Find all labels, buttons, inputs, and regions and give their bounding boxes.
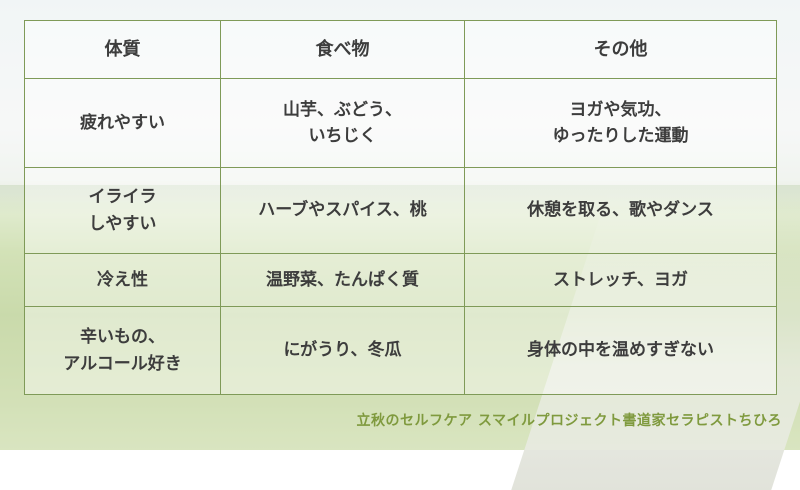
footer-credit: 立秋のセルフケア スマイルプロジェクト書道家セラピストちひろ	[356, 413, 782, 429]
table-header-row: 体質 食べ物 その他	[24, 20, 777, 79]
cell-text: ストレッチ、ヨガ	[553, 269, 688, 290]
cell-text: 辛いもの、	[80, 327, 165, 348]
cell-constitution: 疲れやすい	[24, 78, 221, 168]
cell-text: 温野菜、たんぱく質	[266, 269, 419, 290]
cell-text: 休憩を取る、歌やダンス	[527, 200, 714, 221]
cell-text: しやすい	[88, 213, 157, 234]
cell-text: ハーブやスパイス、桃	[258, 200, 427, 221]
cell-other: ヨガや気功、 ゆったりした運動	[464, 78, 777, 168]
cell-text: 山芋、ぶどう、	[283, 99, 402, 120]
table-row: 疲れやすい 山芋、ぶどう、 いちじく ヨガや気功、 ゆったりした運動	[24, 78, 777, 168]
cell-text: いちじく	[308, 126, 377, 146]
cell-text: ゆったりした運動	[552, 126, 689, 146]
cell-constitution: 辛いもの、 アルコール好き	[24, 306, 221, 395]
header-other: その他	[464, 20, 777, 79]
cell-text: イライラ	[88, 187, 157, 208]
cell-other: 休憩を取る、歌やダンス	[464, 167, 777, 254]
cell-text: アルコール好き	[63, 353, 182, 374]
cell-other: 身体の中を温めすぎない	[464, 306, 777, 395]
cell-food: にがうり、冬瓜	[220, 306, 465, 395]
table-row: 冷え性 温野菜、たんぱく質 ストレッチ、ヨガ	[24, 253, 777, 307]
cell-text: にがうり、冬瓜	[283, 340, 402, 361]
cell-food: 山芋、ぶどう、 いちじく	[220, 78, 465, 168]
header-food: 食べ物	[220, 20, 465, 79]
self-care-table: 体質 食べ物 その他 疲れやすい 山芋、ぶどう、 いちじく ヨガや気功、 ゆった…	[24, 20, 777, 395]
cell-constitution: イライラ しやすい	[24, 167, 221, 254]
cell-text: 身体の中を温めすぎない	[527, 340, 714, 361]
cell-other: ストレッチ、ヨガ	[464, 253, 777, 307]
header-constitution: 体質	[24, 20, 221, 79]
table-row: 辛いもの、 アルコール好き にがうり、冬瓜 身体の中を温めすぎない	[24, 306, 777, 395]
cell-text: 冷え性	[97, 269, 148, 290]
cell-food: 温野菜、たんぱく質	[220, 253, 465, 307]
cell-constitution: 冷え性	[24, 253, 221, 307]
cell-text: ヨガや気功、	[569, 99, 672, 120]
table-row: イライラ しやすい ハーブやスパイス、桃 休憩を取る、歌やダンス	[24, 167, 777, 254]
cell-food: ハーブやスパイス、桃	[220, 167, 465, 254]
cell-text: 疲れやすい	[80, 112, 165, 133]
